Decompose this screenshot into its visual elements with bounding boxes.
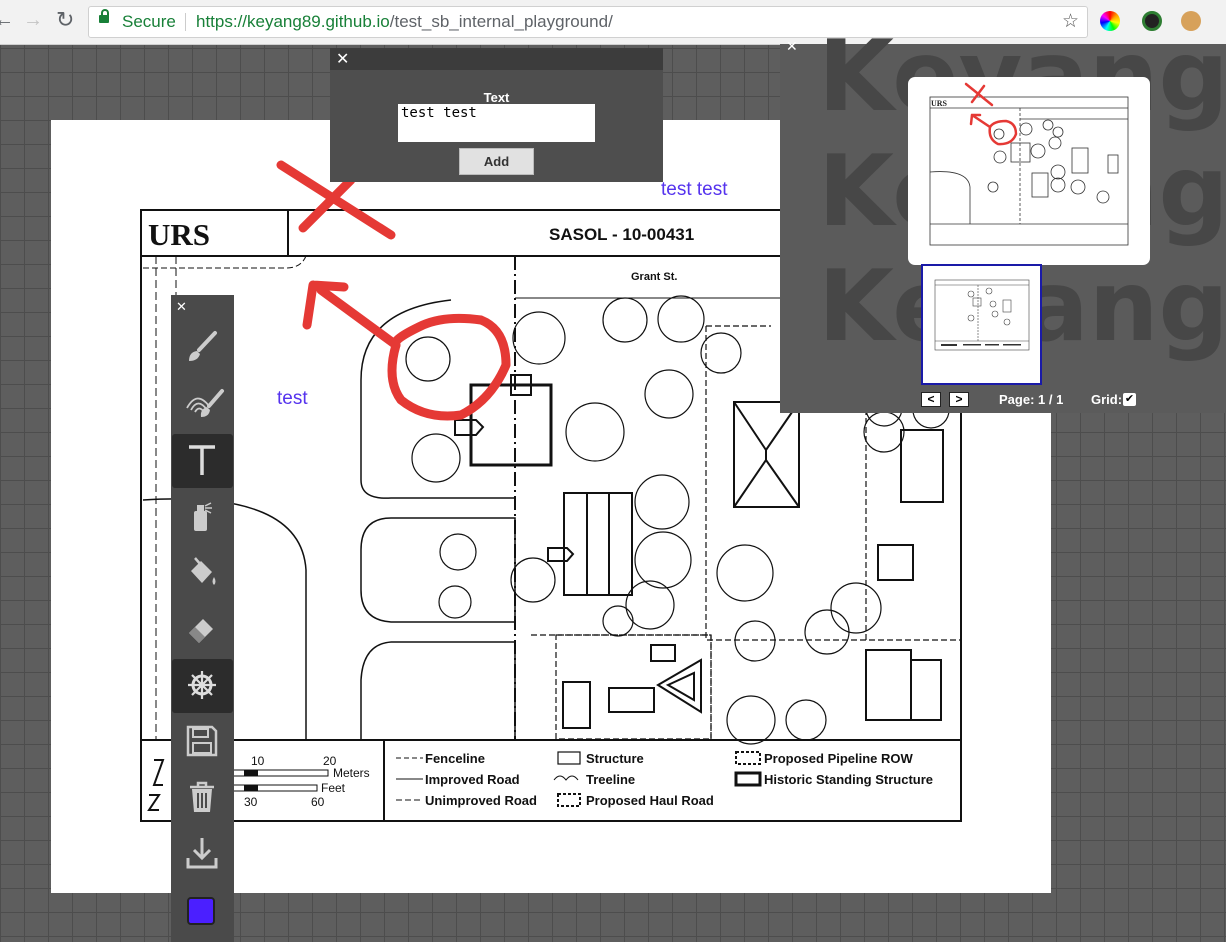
eraser-icon [189, 619, 213, 643]
text-dialog-label: Text [483, 90, 510, 105]
legend-treeline: Treeline [586, 772, 635, 787]
text-tool[interactable] [172, 434, 233, 488]
save-tool[interactable] [172, 715, 233, 769]
spray-brush-icon [186, 389, 224, 417]
drawing-toolbar: ✕ [171, 295, 234, 942]
pan-tool[interactable] [172, 659, 233, 713]
map-title: SASOL - 10-00431 [549, 225, 694, 244]
url-path: /test_sb_internal_playground/ [389, 12, 613, 31]
preview-close-icon[interactable]: ✕ [786, 38, 798, 54]
text-dialog: ✕ Text test test Add [330, 48, 663, 182]
legend-historic-standing-structure: Historic Standing Structure [764, 772, 933, 787]
ship-wheel-icon [188, 671, 216, 699]
save-icon [186, 725, 218, 757]
lock-icon [99, 9, 109, 23]
page-thumbnail-preview [934, 279, 1030, 351]
color-swatch [187, 897, 215, 925]
page-thumbnail[interactable] [921, 264, 1042, 385]
preview-panel: Keyang89 Keyang89 Keyang89 ✕ URS [780, 20, 1226, 413]
color-picker-tool[interactable] [172, 884, 233, 938]
url-text[interactable]: https://keyang89.github.io/test_sb_inter… [196, 12, 613, 32]
paint-bucket-tool[interactable] [172, 546, 233, 600]
eraser-tool[interactable] [172, 602, 233, 656]
close-icon[interactable]: ✕ [336, 52, 349, 68]
thumbnail-map: URS [929, 82, 1129, 246]
download-tool[interactable] [172, 827, 233, 881]
reload-icon[interactable]: ↻ [56, 7, 74, 33]
scale-feet-tick-1: 30 [244, 795, 258, 809]
page-indicator: Page: 1 / 1 [999, 392, 1064, 407]
next-page-button[interactable]: > [949, 392, 969, 407]
forward-icon[interactable]: → [23, 9, 43, 32]
thumbnail-logo: URS [931, 99, 948, 108]
download-icon [186, 838, 218, 869]
legend-fenceline: Fenceline [425, 751, 485, 766]
scale-meters-tick-1: 10 [251, 754, 265, 768]
brush-icon [189, 331, 217, 361]
spray-can-icon [194, 502, 212, 531]
street-label: Grant St. [631, 271, 677, 283]
spray-can-tool[interactable] [172, 490, 233, 544]
url-host: https://keyang89.github.io [196, 12, 390, 31]
scale-feet-tick-2: 60 [311, 795, 325, 809]
text-annotation-2[interactable]: test [277, 388, 308, 409]
text-dialog-header[interactable] [330, 48, 663, 70]
map-logo: URS [148, 217, 210, 252]
text-annotation-1[interactable]: test test [661, 179, 728, 200]
delete-tool[interactable] [172, 771, 233, 825]
scale-meters-label: Meters [333, 766, 370, 780]
text-icon [189, 445, 215, 475]
legend-unimproved-road: Unimproved Road [425, 793, 537, 808]
legend-proposed-haul-road: Proposed Haul Road [586, 793, 714, 808]
text-input[interactable]: test test [398, 104, 595, 142]
back-icon[interactable]: ← [0, 9, 14, 32]
toolbar-close-icon[interactable]: ✕ [176, 299, 187, 315]
grid-checkbox[interactable]: ✔ [1123, 393, 1136, 406]
scale-feet-label: Feet [321, 781, 346, 795]
spray-brush-tool[interactable] [172, 377, 233, 431]
address-separator [185, 13, 186, 31]
add-text-button[interactable]: Add [459, 148, 534, 175]
brush-tool[interactable] [172, 321, 233, 375]
legend-improved-road: Improved Road [425, 772, 520, 787]
freehand-annotations[interactable] [276, 160, 511, 421]
grid-label: Grid: [1091, 392, 1123, 407]
paint-bucket-icon [191, 557, 216, 585]
secure-label: Secure [122, 12, 176, 31]
zoomed-thumbnail[interactable]: URS [908, 77, 1150, 265]
trash-icon [190, 781, 214, 812]
legend-structure: Structure [586, 751, 644, 766]
legend-proposed-pipeline-row: Proposed Pipeline ROW [764, 751, 914, 766]
prev-page-button[interactable]: < [921, 392, 941, 407]
